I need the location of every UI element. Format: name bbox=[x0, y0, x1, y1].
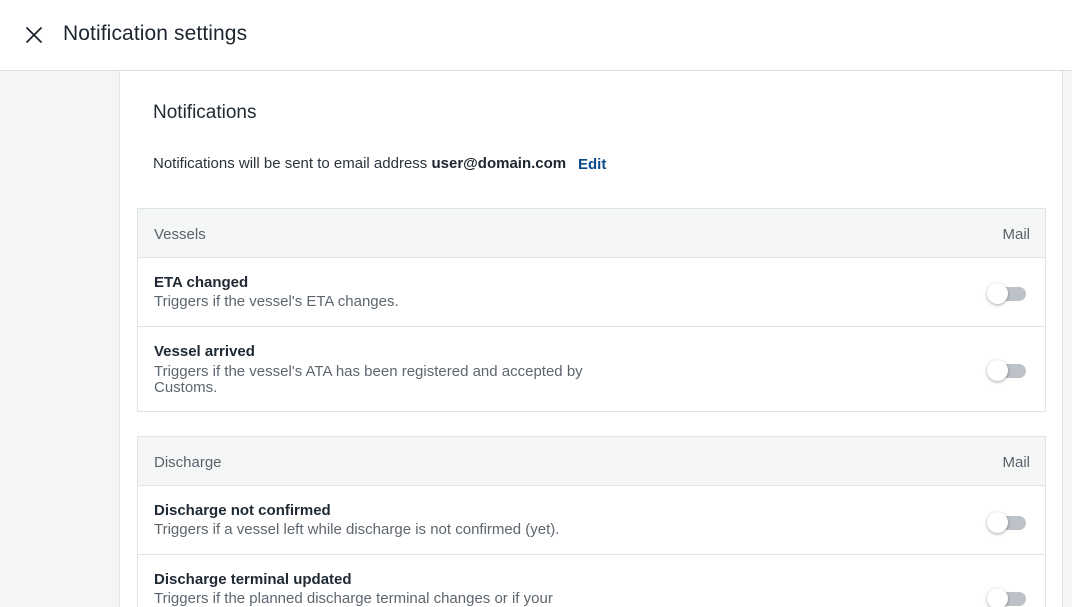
notification-row-eta-changed: ETA changed Triggers if the vessel's ETA… bbox=[138, 258, 1045, 327]
notification-row-discharge-not-confirmed: Discharge not confirmed Triggers if a ve… bbox=[138, 486, 1045, 555]
notification-description: Triggers if the planned discharge termin… bbox=[154, 590, 553, 607]
group-header: Discharge Mail bbox=[138, 437, 1045, 486]
edit-email-link[interactable]: Edit bbox=[578, 156, 606, 173]
group-discharge: Discharge Mail Discharge not confirmed T… bbox=[137, 436, 1046, 607]
notifications-panel: Notifications Notifications will be sent… bbox=[119, 71, 1063, 607]
close-icon bbox=[26, 27, 42, 43]
notification-title: Discharge not confirmed bbox=[154, 502, 331, 519]
group-name: Discharge bbox=[154, 454, 222, 471]
notification-description: Triggers if the vessel's ETA changes. bbox=[154, 293, 399, 310]
mail-toggle[interactable] bbox=[987, 283, 1026, 304]
close-button[interactable] bbox=[22, 23, 46, 47]
group-vessels: Vessels Mail ETA changed Triggers if the… bbox=[137, 208, 1046, 412]
email-prefix: Notifications will be sent to email addr… bbox=[153, 155, 432, 172]
group-name: Vessels bbox=[154, 226, 206, 243]
page-title: Notification settings bbox=[63, 22, 248, 45]
section-title: Notifications bbox=[153, 102, 257, 123]
notification-row-discharge-terminal-updated: Discharge terminal updated Triggers if t… bbox=[138, 555, 1045, 607]
notification-description: Triggers if a vessel left while discharg… bbox=[154, 521, 560, 538]
mail-toggle[interactable] bbox=[987, 360, 1026, 381]
group-header: Vessels Mail bbox=[138, 209, 1045, 258]
notification-title: Discharge terminal updated bbox=[154, 571, 352, 588]
email-address: user@domain.com bbox=[431, 155, 567, 172]
toggle-knob bbox=[987, 283, 1008, 304]
mail-toggle[interactable] bbox=[987, 588, 1026, 607]
column-mail-label: Mail bbox=[1002, 454, 1030, 471]
mail-toggle[interactable] bbox=[987, 512, 1026, 533]
email-info: Notifications will be sent to email addr… bbox=[153, 155, 566, 172]
column-mail-label: Mail bbox=[1002, 226, 1030, 243]
toggle-knob bbox=[987, 512, 1008, 533]
notification-title: ETA changed bbox=[154, 274, 249, 291]
toggle-knob bbox=[987, 360, 1008, 381]
notification-row-vessel-arrived: Vessel arrived Triggers if the vessel's … bbox=[138, 327, 1045, 411]
notification-description: Triggers if the vessel's ATA has been re… bbox=[154, 363, 583, 396]
header-bar: Notification settings bbox=[0, 0, 1072, 71]
toggle-knob bbox=[987, 588, 1008, 607]
notification-title: Vessel arrived bbox=[154, 343, 255, 360]
